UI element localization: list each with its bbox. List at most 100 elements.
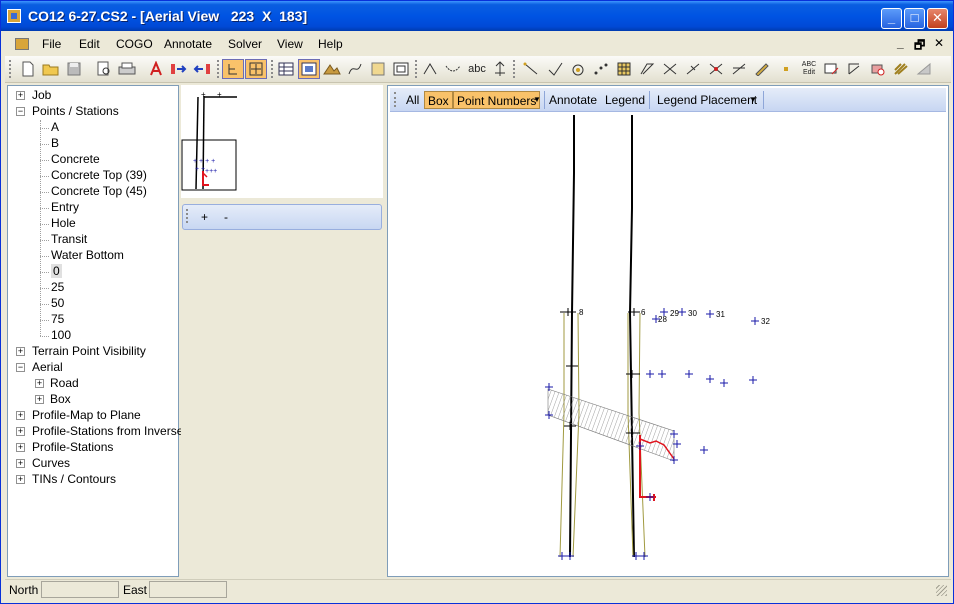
panel-icon[interactable] [367, 59, 389, 79]
tree-node-label[interactable]: Concrete [51, 152, 100, 166]
menu-help[interactable]: Help [318, 37, 343, 51]
maximize-button[interactable]: □ [904, 8, 925, 29]
tree-node-label[interactable]: Points / Stations [32, 104, 119, 118]
menu-view[interactable]: View [277, 37, 303, 51]
tree-node-label[interactable]: 0 [51, 264, 62, 278]
tree-node-label[interactable]: Curves [32, 456, 70, 470]
tree-node-label[interactable]: Aerial [32, 360, 63, 374]
tree-node-label[interactable]: Profile-Map to Plane [32, 408, 141, 422]
curve-icon[interactable] [344, 59, 366, 79]
tree-node[interactable]: Profile-Map to Plane [32, 408, 141, 422]
expand-icon[interactable]: + [16, 427, 25, 436]
frame-icon[interactable] [390, 59, 412, 79]
segment-icon[interactable] [520, 59, 542, 79]
menu-solver[interactable]: Solver [228, 37, 262, 51]
hatch-icon[interactable] [890, 59, 912, 79]
expand-icon[interactable]: + [16, 347, 25, 356]
tree-node[interactable]: 100 [51, 328, 71, 342]
measure-icon[interactable] [821, 59, 843, 79]
project-tree[interactable]: Job + Points / Stations − A B Concrete Concrete… [7, 85, 183, 577]
grid-icon[interactable] [613, 59, 635, 79]
legend-button[interactable]: Legend [602, 91, 648, 109]
expand-icon[interactable]: + [16, 459, 25, 468]
tree-node-label[interactable]: Job [32, 88, 51, 102]
tree-node[interactable]: Curves [32, 456, 70, 470]
expand-icon[interactable]: + [16, 91, 25, 100]
overview-map[interactable]: + + + + + + + + +++ [181, 85, 383, 198]
tree-node[interactable]: Road [50, 376, 79, 390]
tree-node-label[interactable]: A [51, 120, 59, 134]
abc-text-icon[interactable]: abc [464, 59, 490, 79]
print-icon[interactable] [116, 59, 138, 79]
tree-node[interactable]: Concrete [51, 152, 100, 166]
tree-node-label[interactable]: Entry [51, 200, 79, 214]
collapse-icon[interactable]: − [16, 107, 25, 116]
box-button[interactable]: Box [424, 91, 453, 109]
minimize-button[interactable]: _ [881, 8, 902, 29]
abc-edit-icon[interactable]: ABC Edit [798, 59, 820, 79]
aerial-view[interactable]: All Box Point Numbers ▼ Annotate Legend … [387, 85, 949, 577]
window-icon[interactable] [298, 59, 320, 79]
tree-node-label[interactable]: B [51, 136, 59, 150]
tree-node-label[interactable]: Hole [51, 216, 76, 230]
polyline-icon[interactable] [636, 59, 658, 79]
terrain-icon[interactable] [321, 59, 343, 79]
tree-node-label[interactable]: Road [50, 376, 79, 390]
point-numbers-button[interactable]: Point Numbers [453, 91, 541, 109]
line-icon[interactable] [419, 59, 441, 79]
open-folder-icon[interactable] [40, 59, 62, 79]
tree-node[interactable]: Water Bottom [51, 248, 124, 262]
tree-node[interactable]: Box [50, 392, 71, 406]
pen-icon[interactable] [751, 59, 773, 79]
toolbar-grip[interactable] [217, 60, 219, 78]
tree-node-label[interactable]: Concrete Top (45) [51, 184, 147, 198]
mdi-restore-button[interactable]: 🗗 [914, 36, 925, 57]
bisect-icon[interactable] [728, 59, 750, 79]
app-icon[interactable] [7, 9, 21, 23]
tree-node[interactable]: Aerial [32, 360, 63, 374]
tree-node[interactable]: Transit [51, 232, 87, 246]
zoom-out-button[interactable]: - [224, 210, 228, 224]
menu-file[interactable]: File [42, 37, 61, 51]
zoom-fit-icon[interactable] [245, 59, 267, 79]
toolbar-grip[interactable] [415, 60, 417, 78]
expand-icon[interactable]: + [35, 379, 44, 388]
menu-annotate[interactable]: Annotate [164, 37, 212, 51]
title-bar[interactable]: CO12 6-27.CS2 - [Aerial View 223 X 183] … [1, 1, 953, 31]
tree-node-label[interactable]: Water Bottom [51, 248, 124, 262]
mdi-minimize-button[interactable]: _ [897, 36, 904, 50]
circle-target-icon[interactable] [567, 59, 589, 79]
tree-node[interactable]: A [51, 120, 59, 134]
eraser-icon[interactable] [867, 59, 889, 79]
tree-view-icon[interactable] [222, 59, 244, 79]
tree-node[interactable]: Points / Stations [32, 104, 119, 118]
tree-node-label[interactable]: 25 [51, 280, 64, 294]
toolbar-grip[interactable] [513, 60, 515, 78]
arc-icon[interactable] [442, 59, 464, 79]
all-button[interactable]: All [403, 91, 422, 109]
angle-icon[interactable] [544, 59, 566, 79]
aerial-canvas[interactable]: 8 6 28 29 30 31 32 [388, 113, 948, 577]
legend-placement-button[interactable]: Legend Placement [654, 91, 760, 109]
intersect-icon[interactable] [705, 59, 727, 79]
tree-node[interactable]: TINs / Contours [32, 472, 116, 486]
toolbar-grip[interactable] [9, 60, 11, 78]
collapse-icon[interactable]: − [16, 363, 25, 372]
tree-node[interactable]: 25 [51, 280, 64, 294]
tree-node[interactable]: Profile-Stations from Inverse [32, 424, 183, 438]
arrow-left-icon[interactable] [191, 59, 213, 79]
tree-node[interactable]: Profile-Stations [32, 440, 113, 454]
tree-node-label[interactable]: Terrain Point Visibility [32, 344, 146, 358]
tree-node[interactable]: 50 [51, 296, 64, 310]
tree-node[interactable]: 0 [51, 264, 62, 278]
arrow-right-icon[interactable] [168, 59, 190, 79]
dot-icon[interactable] [775, 59, 797, 79]
point-numbers-dropdown[interactable]: ▼ [530, 93, 544, 111]
tree-node-label[interactable]: Concrete Top (39) [51, 168, 147, 182]
tree-node[interactable]: Concrete Top (45) [51, 184, 147, 198]
north-arrow-icon[interactable] [489, 59, 511, 79]
tree-node[interactable]: Job [32, 88, 51, 102]
toolbar-grip[interactable] [394, 92, 396, 107]
tree-node-label[interactable]: Profile-Stations from Inverse [32, 424, 183, 438]
tree-node[interactable]: Concrete Top (39) [51, 168, 147, 182]
